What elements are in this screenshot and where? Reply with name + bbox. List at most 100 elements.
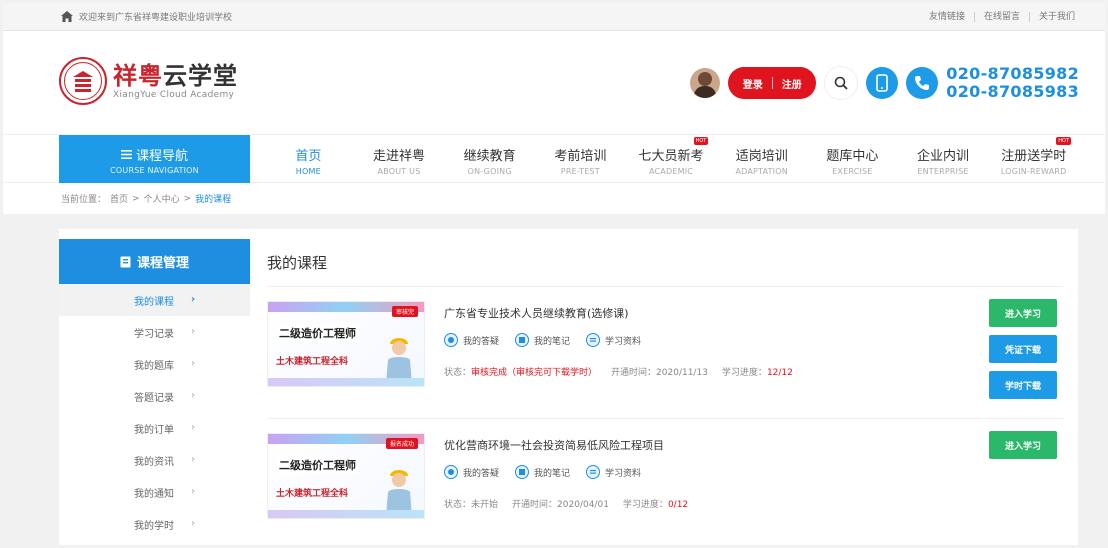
tool-qa[interactable]: 我的答疑 [444, 465, 499, 479]
nav-item-cn: 考前培训 [554, 149, 607, 164]
question-icon [444, 465, 458, 479]
thumb-subtitle: 土木建筑工程全科 [276, 489, 349, 499]
avatar[interactable] [690, 68, 721, 98]
phone-icon [915, 76, 930, 90]
phone-number-1: 020-87085982 [946, 64, 1079, 83]
hot-badge: HOT [1056, 137, 1072, 145]
content: 我的课程 审核完 二级造价工程师 土木建筑工程全科 广东省专业技术人员继续教育(… [267, 243, 1063, 539]
tool-label: 学习资料 [605, 468, 642, 479]
thumb-subtitle: 土木建筑工程全科 [276, 357, 349, 367]
nav-item-ongoing[interactable]: 继续教育 ON-GOING [444, 135, 535, 183]
status-label: 状态： [444, 500, 472, 510]
course-title[interactable]: 广东省专业技术人员继续教育(选修课) [444, 305, 629, 321]
course-actions: 进入学习 [989, 431, 1057, 459]
search-button[interactable] [824, 66, 859, 100]
tool-notes[interactable]: 我的笔记 [515, 333, 570, 347]
tool-label: 我的答疑 [463, 468, 500, 479]
logo[interactable]: 祥粤云学堂 XiangYue Cloud Academy [59, 57, 238, 105]
breadcrumb-home[interactable]: 首页 [110, 192, 128, 205]
logo-seal-icon [59, 57, 107, 105]
tool-materials[interactable]: 学习资料 [586, 333, 641, 347]
tool-materials[interactable]: 学习资料 [586, 465, 641, 479]
link-about[interactable]: 关于我们 [1030, 12, 1075, 22]
breadcrumb-sep: > [183, 193, 192, 204]
course-thumbnail[interactable]: 审核完 二级造价工程师 土木建筑工程全科 [267, 301, 425, 387]
menu-icon [120, 150, 132, 159]
breadcrumb-center[interactable]: 个人中心 [144, 192, 180, 205]
nav-item-en: LOGIN-REWARD [1000, 167, 1067, 176]
sidebar-item-study-records[interactable]: 学习记录 › [59, 316, 250, 348]
chevron-right-icon: › [191, 294, 196, 305]
worker-illustration [386, 338, 412, 384]
sidebar-item-my-courses[interactable]: 我的课程 › [59, 284, 250, 316]
tool-label: 学习资料 [605, 336, 642, 347]
logo-title-black: 云学堂 [163, 61, 238, 90]
thumb-tag: 报名成功 [385, 438, 418, 449]
enter-study-button[interactable]: 进入学习 [989, 431, 1057, 459]
nav-item-login-reward[interactable]: HOT 注册送学时 LOGIN-REWARD [988, 135, 1079, 183]
link-friends[interactable]: 友情链接 [920, 11, 975, 22]
breadcrumb-current: 我的课程 [195, 195, 232, 205]
nav-item-en: ON-GOING [467, 167, 512, 176]
phone-button[interactable] [906, 67, 939, 99]
status-field: 状态：审核完成（审核完可下载学时） [444, 365, 597, 378]
sidebar-item-study-hours[interactable]: 我的学时 › [59, 508, 250, 540]
sidebar-item-notifications[interactable]: 我的通知 › [59, 476, 250, 508]
course-nav-label: 课程导航 [59, 145, 250, 164]
chevron-right-icon: › [191, 486, 195, 497]
tool-label: 我的答疑 [463, 336, 500, 347]
nav-item-exercise[interactable]: 题库中心 EXERCISE [807, 135, 898, 183]
link-message[interactable]: 在线留言 [975, 11, 1030, 22]
chevron-right-icon: › [191, 358, 195, 369]
nav-item-enterprise[interactable]: 企业内训 ENTERPRISE [898, 135, 989, 183]
thumb-title: 二级造价工程师 [276, 456, 359, 474]
course-nav-en: COURSE NAVIGATION [110, 166, 199, 175]
sidebar-item-label: 答题记录 [134, 392, 174, 404]
course-navigation-button[interactable]: 课程导航 COURSE NAVIGATION [59, 135, 250, 183]
tool-qa[interactable]: 我的答疑 [444, 333, 499, 347]
chevron-right-icon: › [191, 326, 195, 337]
sidebar-item-news[interactable]: 我的资讯 › [59, 444, 250, 476]
nav-item-home[interactable]: 首页 HOME [263, 135, 354, 183]
course-title[interactable]: 优化营商环境一社会投资简易低风险工程项目 [444, 437, 664, 453]
sidebar: 课程管理 我的课程 › 学习记录 › 我的题库 › 答题记录 › 我的订单 › 我的资讯 ›… [59, 239, 250, 540]
welcome-text: 欢迎来到广东省祥粤建设职业培训学校 [79, 13, 233, 23]
hot-badge: HOT [693, 137, 709, 145]
home-icon[interactable] [61, 11, 73, 22]
nav-item-adaptation[interactable]: 适岗培训 ADAPTATION [716, 135, 807, 183]
nav-item-cn: 继续教育 [463, 149, 516, 164]
thumb-tag: 审核完 [391, 306, 418, 317]
nav-item-about[interactable]: 走进祥粤 ABOUT US [354, 135, 445, 183]
question-icon [444, 333, 458, 347]
progress-value: 12/12 [766, 368, 793, 378]
nav-item-pretest[interactable]: 考前培训 PRE-TEST [535, 135, 626, 183]
header: 祥粤云学堂 XiangYue Cloud Academy 登录 注册 020-8… [3, 31, 1105, 134]
mobile-icon [876, 74, 889, 92]
open-field: 开通时间：2020/04/01 [512, 497, 609, 510]
sidebar-item-orders[interactable]: 我的订单 › [59, 412, 250, 444]
materials-icon [586, 465, 601, 479]
nav-item-cn: 七大员新考 [638, 149, 704, 164]
nav-items: 首页 HOME 走进祥粤 ABOUT US 继续教育 ON-GOING 考前培训 PRE… [263, 135, 1079, 183]
sidebar-item-question-bank[interactable]: 我的题库 › [59, 348, 250, 380]
open-field: 开通时间：2020/11/13 [611, 365, 708, 378]
login-button[interactable]: 登录 [743, 76, 763, 91]
tool-label: 我的笔记 [534, 336, 571, 347]
enter-study-button[interactable]: 进入学习 [989, 299, 1057, 327]
course-status: 状态：审核完成（审核完可下载学时） 开通时间：2020/11/13 学习进度：1… [444, 365, 793, 378]
nav-item-en: HOME [295, 167, 321, 176]
worker-illustration [386, 470, 412, 516]
course-thumbnail[interactable]: 报名成功 二级造价工程师 土木建筑工程全科 [267, 433, 425, 519]
mobile-button[interactable] [866, 67, 899, 99]
nav-item-cn: 适岗培训 [735, 149, 788, 164]
breadcrumb: 当前位置： 首页 > 个人中心 > 我的课程 [3, 182, 1105, 214]
course-nav-cn: 课程导航 [135, 149, 188, 164]
hours-download-button[interactable]: 学时下载 [989, 371, 1057, 399]
nav-item-academic[interactable]: HOT 七大员新考 ACADEMIC [626, 135, 717, 183]
register-button[interactable]: 注册 [782, 76, 802, 91]
sidebar-item-answer-records[interactable]: 答题记录 › [59, 380, 250, 412]
tool-notes[interactable]: 我的笔记 [515, 465, 570, 479]
certificate-download-button[interactable]: 凭证下载 [989, 335, 1057, 363]
tool-label: 我的笔记 [534, 468, 571, 479]
course-tools: 我的答疑 我的笔记 学习资料 [444, 465, 641, 479]
